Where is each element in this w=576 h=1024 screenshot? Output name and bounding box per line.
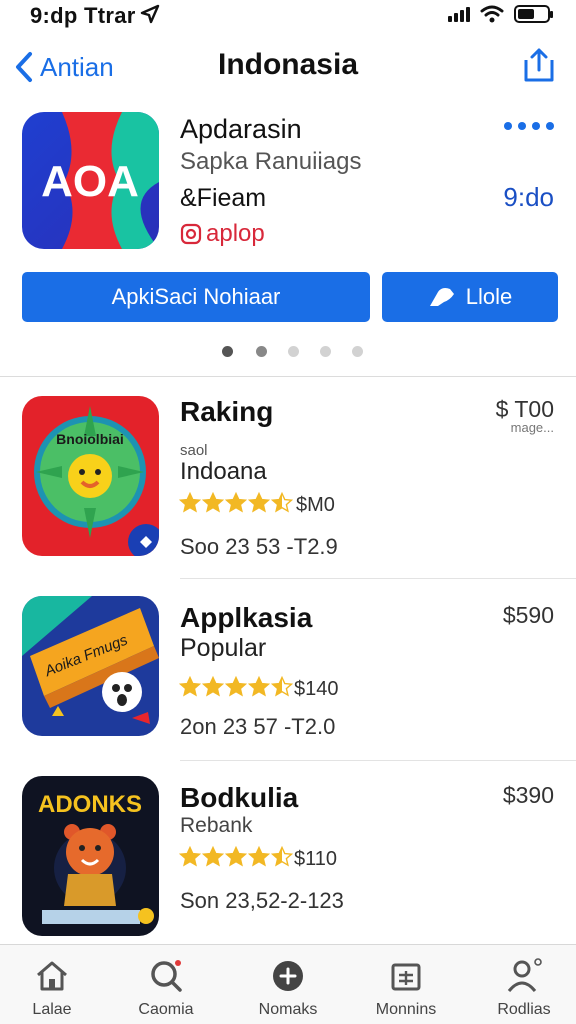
add-circle-icon [273,961,303,991]
star-half-icon [271,676,293,697]
tab-label: Lalae [32,1001,72,1018]
star-full-icon [202,676,224,697]
tab-bar: Lalae Caomia Nomaks Monnins Rodlias [0,944,576,1024]
instagram-icon [180,223,202,245]
star-full-icon [225,492,247,513]
listing-subtitle: Popular [180,634,267,662]
page-title: Indonasia [217,48,359,81]
featured-app-tag[interactable]: aplop [180,220,265,248]
row-separator [180,760,576,761]
star-full-icon [248,846,270,867]
listing-subtitle-small: saol [180,442,208,459]
listing-footer: Soo 23 53 -T2.9 [180,534,338,559]
featured-tag-label: aplop [206,220,265,247]
price-note: mage... [510,420,554,435]
listing-icon-text: ADONKS [38,791,142,818]
list-item[interactable]: Bnoiolbiai Raking saol Indoana $M0 Soo 2… [0,394,576,579]
featured-app-title: Apdarasin [180,114,302,144]
listing-footer: Son 23,52-2-123 [180,888,344,913]
featured-icon-text: AOA [41,157,139,206]
list-item[interactable]: Aoika Fmugs Applkasia Popular $140 2on 2… [0,594,576,774]
bear-character-icon: ADONKS [22,776,159,936]
price-label: $ T00 [495,396,554,422]
page-dot[interactable] [352,346,363,357]
calendar-icon [391,963,421,991]
list-item[interactable]: ADONKS Bodkulia Rebank $110 Son 23,52-2-… [0,774,576,939]
like-button[interactable]: Llole [382,272,558,322]
share-icon[interactable] [518,46,558,86]
tab-calendar[interactable]: Monnins [356,957,456,1019]
wifi-icon [480,5,504,23]
tab-label: Nomaks [258,1001,318,1018]
featured-app-icon[interactable]: AOA [22,112,159,249]
thumbs-up-icon [429,288,454,306]
listing-icon-text: Bnoiolbiai [56,431,124,447]
listing-subtitle: Indoana [180,458,267,485]
featured-app-developer: &Fieam [180,184,267,212]
like-button-label: Llole [465,284,513,309]
rating-value: $110 [294,848,338,870]
star-full-icon [225,676,247,697]
star-full-icon [179,676,201,697]
sun-character-icon: Bnoiolbiai [22,396,159,556]
more-options-button[interactable] [504,122,554,130]
page-dot[interactable] [222,346,233,357]
home-icon [37,961,67,991]
row-separator [180,578,576,579]
tab-label: Monnins [375,1001,437,1018]
listing-title: Applkasia [180,602,313,633]
search-icon [151,960,182,992]
status-indicators [448,5,553,23]
star-full-icon [202,492,224,513]
ticket-ghost-icon: Aoika Fmugs [22,596,159,736]
star-half-icon [271,492,293,513]
listing-title: Raking [180,396,274,427]
listing-title: Bodkulia [180,782,299,813]
star-full-icon [248,676,270,697]
section-divider [0,376,576,377]
page-dot[interactable] [288,346,299,357]
price-label: $590 [502,602,554,628]
star-full-icon [202,846,224,867]
tab-label: Rodlias [497,1001,551,1018]
status-time: 9:dp Ttrar [30,3,136,28]
star-rating [179,676,293,698]
listing-footer: 2on 23 57 -T2.0 [180,714,336,739]
cellular-signal-icon [448,6,470,22]
price-label: $390 [502,782,554,808]
featured-app-time: 9:do [503,182,554,212]
rating-value: $140 [294,678,339,700]
status-bar: 9:dp Ttrar [0,0,576,30]
page-dot[interactable] [256,346,267,357]
get-app-button[interactable]: ApkiSaci Nohiaar [22,272,370,322]
star-rating [179,846,293,868]
star-full-icon [225,846,247,867]
star-full-icon [248,492,270,513]
battery-icon [514,5,553,23]
page-dot[interactable] [320,346,331,357]
profile-icon [507,958,542,992]
star-half-icon [271,846,293,867]
featured-app-subtitle: Sapka Ranuiiags [180,148,362,175]
tab-add[interactable]: Nomaks [238,957,338,1019]
tab-label: Caomia [138,1001,194,1018]
tab-profile[interactable]: Rodlias [474,957,574,1019]
location-arrow-icon [140,4,160,24]
tab-search[interactable]: Caomia [116,957,216,1019]
tab-home[interactable]: Lalae [2,957,102,1019]
star-full-icon [179,492,201,513]
star-rating [179,492,293,514]
listing-subtitle: Rebank [180,814,253,837]
star-full-icon [179,846,201,867]
page-indicator [0,346,576,358]
rating-value: $M0 [296,494,335,516]
